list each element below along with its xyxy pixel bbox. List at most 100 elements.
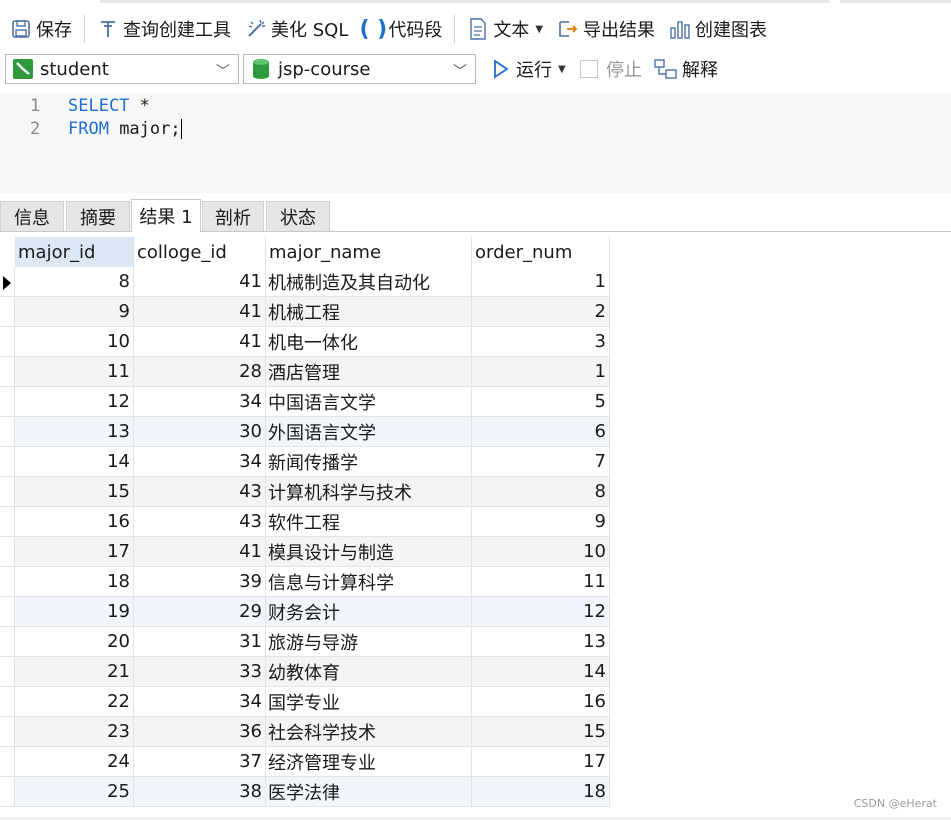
cell-order-num[interactable]: 1	[472, 357, 610, 387]
cell-major-id[interactable]: 17	[15, 537, 134, 567]
row-indicator[interactable]	[0, 627, 15, 657]
cell-major-id[interactable]: 9	[15, 297, 134, 327]
cell-colloge-id[interactable]: 31	[134, 627, 266, 657]
row-indicator[interactable]	[0, 747, 15, 777]
cell-major-id[interactable]: 25	[15, 777, 134, 807]
cell-major-id[interactable]: 18	[15, 567, 134, 597]
table-row[interactable]: 21 33 幼教体育 14	[0, 657, 612, 687]
cell-colloge-id[interactable]: 29	[134, 597, 266, 627]
cell-order-num[interactable]: 8	[472, 477, 610, 507]
cell-major-name[interactable]: 经济管理专业	[266, 747, 472, 777]
row-indicator[interactable]	[0, 657, 15, 687]
cell-major-id[interactable]: 8	[15, 267, 134, 297]
create-chart-button[interactable]: 创建图表	[665, 14, 771, 44]
tab-status[interactable]: 状态	[266, 201, 330, 231]
cell-colloge-id[interactable]: 28	[134, 357, 266, 387]
cell-major-id[interactable]: 22	[15, 687, 134, 717]
row-indicator[interactable]	[0, 447, 15, 477]
cell-order-num[interactable]: 14	[472, 657, 610, 687]
cell-major-id[interactable]: 15	[15, 477, 134, 507]
cell-major-name[interactable]: 软件工程	[266, 507, 472, 537]
cell-colloge-id[interactable]: 36	[134, 717, 266, 747]
cell-major-name[interactable]: 计算机科学与技术	[266, 477, 472, 507]
cell-order-num[interactable]: 13	[472, 627, 610, 657]
row-indicator[interactable]	[0, 267, 15, 297]
tab-summary[interactable]: 摘要	[66, 201, 130, 231]
cell-major-name[interactable]: 幼教体育	[266, 657, 472, 687]
table-row[interactable]: 11 28 酒店管理 1	[0, 357, 612, 387]
row-indicator[interactable]	[0, 507, 15, 537]
column-header-order-num[interactable]: order_num	[472, 237, 610, 267]
table-row[interactable]: 25 38 医学法律 18	[0, 777, 612, 807]
row-indicator[interactable]	[0, 777, 15, 807]
tab-info[interactable]: 信息	[0, 201, 64, 231]
cell-order-num[interactable]: 16	[472, 687, 610, 717]
cell-colloge-id[interactable]: 34	[134, 447, 266, 477]
row-indicator[interactable]	[0, 297, 15, 327]
tab-profile[interactable]: 剖析	[202, 201, 264, 231]
row-indicator[interactable]	[0, 477, 15, 507]
cell-colloge-id[interactable]: 41	[134, 327, 266, 357]
cell-major-id[interactable]: 21	[15, 657, 134, 687]
cell-major-name[interactable]: 国学专业	[266, 687, 472, 717]
row-indicator[interactable]	[0, 687, 15, 717]
cell-order-num[interactable]: 9	[472, 507, 610, 537]
table-row[interactable]: 18 39 信息与计算科学 11	[0, 567, 612, 597]
row-indicator[interactable]	[0, 387, 15, 417]
table-row[interactable]: 13 30 外国语言文学 6	[0, 417, 612, 447]
cell-colloge-id[interactable]: 34	[134, 387, 266, 417]
column-header-major-id[interactable]: major_id	[15, 237, 134, 267]
table-row[interactable]: 20 31 旅游与导游 13	[0, 627, 612, 657]
row-indicator[interactable]	[0, 357, 15, 387]
cell-order-num[interactable]: 3	[472, 327, 610, 357]
run-button[interactable]: 运行 ▼	[490, 54, 566, 84]
cell-colloge-id[interactable]: 38	[134, 777, 266, 807]
cell-major-id[interactable]: 10	[15, 327, 134, 357]
cell-order-num[interactable]: 17	[472, 747, 610, 777]
cell-major-name[interactable]: 中国语言文学	[266, 387, 472, 417]
cell-major-id[interactable]: 11	[15, 357, 134, 387]
cell-major-id[interactable]: 14	[15, 447, 134, 477]
cell-major-id[interactable]: 24	[15, 747, 134, 777]
cell-major-name[interactable]: 酒店管理	[266, 357, 472, 387]
query-builder-button[interactable]: 查询创建工具	[93, 14, 235, 44]
database-select[interactable]: jsp-course ﹀	[243, 54, 476, 84]
cell-major-name[interactable]: 新闻传播学	[266, 447, 472, 477]
cell-order-num[interactable]: 1	[472, 267, 610, 297]
column-header-major-name[interactable]: major_name	[266, 237, 472, 267]
row-indicator[interactable]	[0, 567, 15, 597]
cell-order-num[interactable]: 5	[472, 387, 610, 417]
user-select[interactable]: student ﹀	[5, 54, 239, 84]
cell-colloge-id[interactable]: 41	[134, 297, 266, 327]
column-header-colloge-id[interactable]: colloge_id	[134, 237, 266, 267]
cell-colloge-id[interactable]: 34	[134, 687, 266, 717]
table-row[interactable]: 23 36 社会科学技术 15	[0, 717, 612, 747]
cell-colloge-id[interactable]: 30	[134, 417, 266, 447]
text-mode-dropdown[interactable]: 文本 ▼	[463, 14, 547, 44]
cell-major-name[interactable]: 模具设计与制造	[266, 537, 472, 567]
snippet-button[interactable]: ( ) 代码段	[358, 14, 446, 44]
row-indicator[interactable]	[0, 597, 15, 627]
cell-order-num[interactable]: 2	[472, 297, 610, 327]
cell-major-id[interactable]: 12	[15, 387, 134, 417]
cell-order-num[interactable]: 10	[472, 537, 610, 567]
cell-major-name[interactable]: 机电一体化	[266, 327, 472, 357]
table-row[interactable]: 19 29 财务会计 12	[0, 597, 612, 627]
table-row[interactable]: 22 34 国学专业 16	[0, 687, 612, 717]
cell-colloge-id[interactable]: 37	[134, 747, 266, 777]
cell-major-name[interactable]: 信息与计算科学	[266, 567, 472, 597]
cell-order-num[interactable]: 18	[472, 777, 610, 807]
cell-major-name[interactable]: 机械工程	[266, 297, 472, 327]
cell-major-name[interactable]: 社会科学技术	[266, 717, 472, 747]
cell-major-name[interactable]: 财务会计	[266, 597, 472, 627]
tab-result-1[interactable]: 结果 1	[131, 199, 201, 232]
table-row[interactable]: 9 41 机械工程 2	[0, 297, 612, 327]
cell-major-name[interactable]: 机械制造及其自动化	[266, 267, 472, 297]
cell-colloge-id[interactable]: 43	[134, 477, 266, 507]
table-row[interactable]: 24 37 经济管理专业 17	[0, 747, 612, 777]
cell-order-num[interactable]: 12	[472, 597, 610, 627]
cell-order-num[interactable]: 7	[472, 447, 610, 477]
row-indicator[interactable]	[0, 717, 15, 747]
cell-colloge-id[interactable]: 33	[134, 657, 266, 687]
cell-colloge-id[interactable]: 41	[134, 267, 266, 297]
